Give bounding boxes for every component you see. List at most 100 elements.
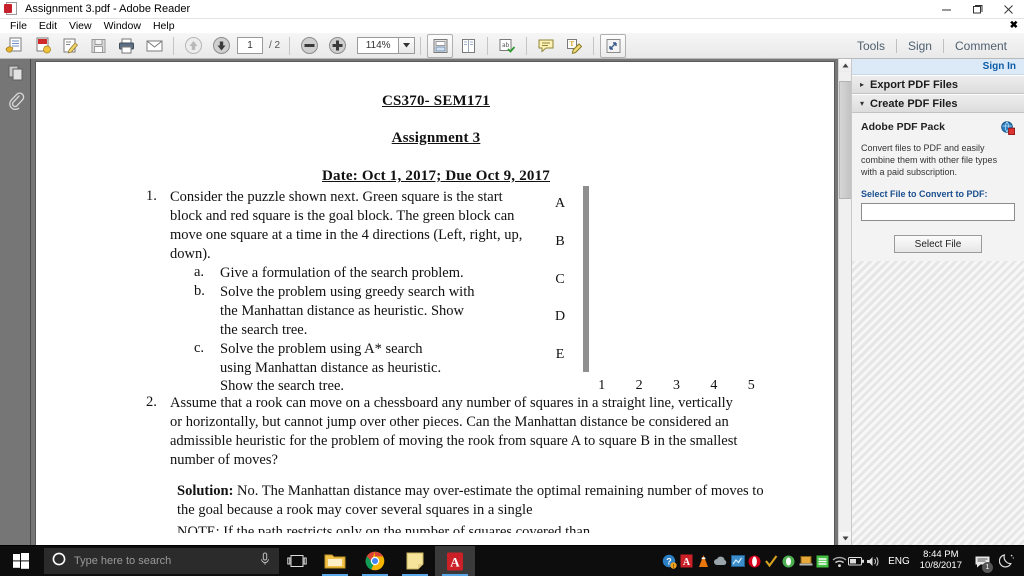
battery-icon[interactable] xyxy=(848,546,865,576)
toolbar-separator-5 xyxy=(526,36,528,55)
wifi-icon[interactable] xyxy=(831,546,848,576)
zoom-out-icon[interactable] xyxy=(296,34,322,58)
pdf-page-content: CS370- SEM171 Assignment 3 Date: Oct 1, … xyxy=(36,62,836,545)
menu-window[interactable]: Window xyxy=(98,19,147,33)
menu-help[interactable]: Help xyxy=(147,19,181,33)
close-document-icon[interactable]: ✖ xyxy=(1010,20,1018,31)
green-shield-icon[interactable] xyxy=(780,546,797,576)
document-viewport[interactable]: CS370- SEM171 Assignment 3 Date: Oct 1, … xyxy=(31,59,851,545)
toolbar-separator-3 xyxy=(420,36,422,55)
help-question-icon[interactable]: ? ! xyxy=(661,546,678,576)
question-1: 1. Consider the puzzle shown next. Green… xyxy=(146,188,536,396)
puzzle-cell-A5 xyxy=(587,186,589,224)
puzzle-grid-row xyxy=(583,260,589,298)
language-indicator[interactable]: ENG xyxy=(888,556,910,567)
cortana-circle-icon xyxy=(52,552,66,571)
toolbar-right-tabs: Tools Sign Comment xyxy=(846,33,1024,59)
snapshot-icon[interactable]: ab xyxy=(494,34,520,58)
file-explorer-icon[interactable] xyxy=(315,546,355,576)
onedrive-cloud-icon[interactable] xyxy=(712,546,729,576)
menu-bar: File Edit View Window Help ✖ xyxy=(0,19,1024,33)
page-number-input[interactable]: 1 xyxy=(237,37,263,54)
grid-col-label-3: 3 xyxy=(672,378,680,393)
search-input[interactable]: Type here to search xyxy=(44,548,279,574)
sub-a-text: Give a formulation of the search problem… xyxy=(220,265,464,282)
zoom-in-icon[interactable] xyxy=(324,34,350,58)
sticky-notes-icon[interactable] xyxy=(395,546,435,576)
grid-col-label-2: 2 xyxy=(635,378,643,393)
attachments-icon[interactable] xyxy=(0,87,31,115)
close-icon[interactable] xyxy=(993,0,1024,19)
adobe-reader-icon[interactable]: A xyxy=(435,546,475,576)
select-file-label: Select File to Convert to PDF: xyxy=(861,188,988,199)
svg-text:ab: ab xyxy=(502,42,510,49)
task-view-icon[interactable] xyxy=(279,546,315,576)
panel-section-create-pdf[interactable]: ▾ Create PDF Files xyxy=(852,94,1024,113)
action-center-icon[interactable]: 1 xyxy=(970,546,994,576)
previous-page-icon[interactable] xyxy=(180,34,206,58)
grid-row-label-d: D xyxy=(554,309,566,324)
tab-tools[interactable]: Tools xyxy=(846,33,896,59)
open-file-icon[interactable] xyxy=(1,34,27,58)
chevron-down-icon: ▾ xyxy=(860,99,865,108)
page-thumbnails-icon[interactable] xyxy=(0,59,31,87)
email-icon[interactable] xyxy=(141,34,167,58)
question-2: 2. Assume that a rook can move on a ches… xyxy=(146,394,746,469)
tab-sign[interactable]: Sign xyxy=(897,33,943,59)
next-page-icon[interactable] xyxy=(208,34,234,58)
puzzle-grid xyxy=(583,186,589,372)
green-sync-icon[interactable] xyxy=(814,546,831,576)
highlight-text-icon[interactable]: T xyxy=(561,34,587,58)
microphone-icon[interactable] xyxy=(259,552,271,571)
sign-in-bar: Sign In xyxy=(852,59,1024,75)
question-1-sub-b: b. Solve the problem using greedy search… xyxy=(194,283,536,340)
fit-page-icon[interactable] xyxy=(427,33,454,58)
solution-text: No. The Manhattan distance may over-esti… xyxy=(177,483,764,518)
vlc-cone-icon[interactable] xyxy=(695,546,712,576)
window-controls xyxy=(931,0,1024,19)
question-1-sub-c: c. Solve the problem using A* search usi… xyxy=(194,340,536,397)
chevron-down-icon[interactable] xyxy=(399,37,416,54)
svg-text:T: T xyxy=(570,40,575,48)
laptop-icon[interactable] xyxy=(797,546,814,576)
menu-edit[interactable]: Edit xyxy=(33,19,63,33)
panel-section-export-pdf[interactable]: ▸ Export PDF Files xyxy=(852,75,1024,94)
document-scrollbar[interactable] xyxy=(838,59,852,545)
grid-col-label-1: 1 xyxy=(598,378,606,393)
network-monitor-icon[interactable] xyxy=(729,546,746,576)
restore-icon[interactable] xyxy=(962,0,993,19)
create-pdf-icon[interactable] xyxy=(29,34,55,58)
opera-icon[interactable] xyxy=(746,546,763,576)
tab-comment[interactable]: Comment xyxy=(944,33,1018,59)
google-chrome-icon[interactable] xyxy=(355,546,395,576)
taskbar-apps: A xyxy=(315,546,475,576)
minimize-icon[interactable] xyxy=(931,0,962,19)
read-mode-icon[interactable] xyxy=(600,33,627,58)
pdf-pack-header: Adobe PDF Pack xyxy=(861,121,1016,140)
page-layout-icon[interactable] xyxy=(455,34,481,58)
check-mark-icon[interactable] xyxy=(763,546,780,576)
clock[interactable]: 8:44 PM 10/8/2017 xyxy=(919,549,962,572)
puzzle-cell-D5 xyxy=(587,297,589,335)
zoom-level-input[interactable]: 114% xyxy=(357,37,400,54)
question-2-main: 2. Assume that a rook can move on a ches… xyxy=(146,394,746,469)
select-file-button[interactable]: Select File xyxy=(894,235,982,254)
print-icon[interactable] xyxy=(113,34,139,58)
adobe-tray-icon[interactable]: A xyxy=(678,546,695,576)
sign-in-link[interactable]: Sign In xyxy=(983,61,1016,72)
volume-icon[interactable] xyxy=(865,546,882,576)
grid-col-label-5: 5 xyxy=(747,378,755,393)
windows-start-icon[interactable] xyxy=(0,546,42,576)
toolbar-separator-4 xyxy=(487,36,489,55)
search-placeholder: Type here to search xyxy=(74,555,172,567)
menu-file[interactable]: File xyxy=(4,19,33,33)
window-title: Assignment 3.pdf - Adobe Reader xyxy=(25,3,191,15)
clock-date: 10/8/2017 xyxy=(919,560,962,571)
sticky-note-icon[interactable] xyxy=(533,34,559,58)
save-icon[interactable] xyxy=(85,34,111,58)
menu-view[interactable]: View xyxy=(63,19,98,33)
select-file-input[interactable] xyxy=(861,202,1015,221)
edit-pdf-icon[interactable] xyxy=(57,34,83,58)
moon-icon[interactable] xyxy=(994,546,1020,576)
question-1-text: Consider the puzzle shown next. Green sq… xyxy=(170,189,523,262)
